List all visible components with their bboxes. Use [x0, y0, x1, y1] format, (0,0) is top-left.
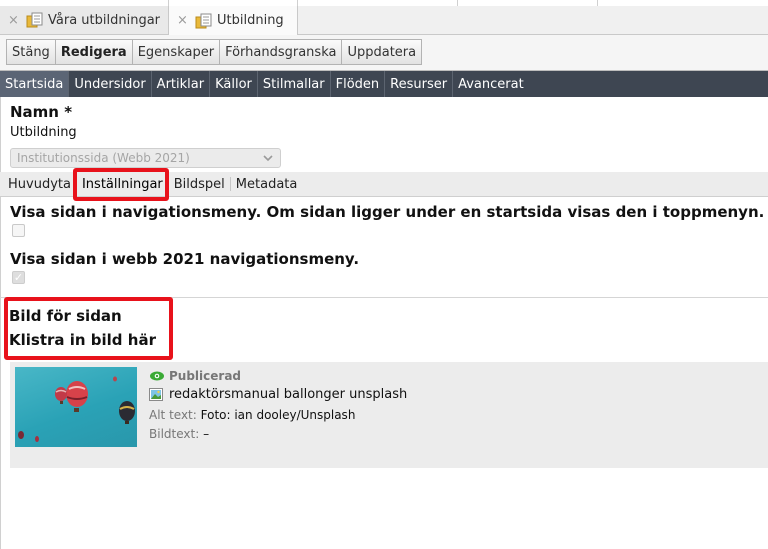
caption-label: Bildtext:	[149, 427, 200, 441]
nav-avancerat[interactable]: Avancerat	[453, 71, 529, 97]
close-button[interactable]: Stäng	[6, 39, 56, 65]
publish-status-text: Publicerad	[169, 369, 242, 383]
image-file-icon	[149, 388, 163, 401]
document-tabs: × Våra utbildningar × Utbildning	[0, 6, 768, 35]
tab-huvudyta[interactable]: Huvudyta	[0, 177, 77, 192]
nav-startsida[interactable]: Startsida	[0, 71, 70, 97]
highlight-settings-tab	[73, 168, 169, 201]
name-label: Namn *	[10, 103, 73, 121]
webb2021-nav-label: Visa sidan i webb 2021 navigationsmeny.	[10, 250, 360, 268]
name-value: Utbildning	[10, 125, 77, 140]
tab-metadata[interactable]: Metadata	[231, 177, 303, 192]
template-select-value: Institutionssida (Webb 2021)	[17, 151, 190, 165]
doc-tab-utbildning[interactable]: × Utbildning	[169, 6, 298, 35]
alt-text-label: Alt text:	[149, 408, 197, 422]
alt-text-value: Foto: ian dooley/Unsplash	[200, 408, 356, 422]
highlight-image-section	[4, 297, 173, 360]
nav-menu-checkbox[interactable]	[12, 224, 25, 237]
image-file-name: redaktörsmanual ballonger unsplash	[169, 387, 408, 402]
properties-button[interactable]: Egenskaper	[132, 39, 221, 65]
section-nav: Startsida Undersidor Artiklar Källor Sti…	[0, 71, 768, 97]
tab-bildspel[interactable]: Bildspel	[169, 177, 231, 192]
doc-tab-label: Våra utbildningar	[48, 12, 161, 28]
publish-status: Publicerad	[149, 369, 241, 383]
nav-stilmallar[interactable]: Stilmallar	[258, 71, 331, 97]
nav-artiklar[interactable]: Artiklar	[152, 71, 211, 97]
nav-floden[interactable]: Flöden	[331, 71, 386, 97]
folder-page-icon	[26, 12, 43, 28]
close-tab-icon[interactable]: ×	[177, 13, 189, 28]
alt-text-row: Alt text: Foto: ian dooley/Unsplash	[149, 408, 355, 422]
image-card[interactable]: Publicerad redaktörsmanual ballonger uns…	[10, 362, 768, 468]
nav-resurser[interactable]: Resurser	[385, 71, 454, 97]
close-tab-icon[interactable]: ×	[8, 13, 20, 28]
doc-tab-vara-utbildningar[interactable]: × Våra utbildningar	[0, 6, 169, 34]
update-button[interactable]: Uppdatera	[342, 39, 423, 65]
webb2021-nav-checkbox[interactable]: ✓	[12, 271, 25, 284]
folder-page-icon	[195, 13, 212, 28]
edit-button[interactable]: Redigera	[55, 39, 133, 65]
nav-kallor[interactable]: Källor	[210, 71, 258, 97]
image-file[interactable]: redaktörsmanual ballonger unsplash	[149, 387, 407, 402]
doc-tab-label: Utbildning	[217, 13, 284, 28]
eye-icon	[150, 371, 164, 381]
template-select[interactable]: Institutionssida (Webb 2021)	[10, 148, 281, 168]
preview-button[interactable]: Förhandsgranska	[220, 39, 343, 65]
caption-value: –	[203, 427, 210, 441]
nav-menu-label: Visa sidan i navigationsmeny. Om sidan l…	[10, 203, 768, 221]
toolbar: Stäng Redigera Egenskaper Förhandsgransk…	[0, 35, 768, 71]
caption-row: Bildtext: –	[149, 427, 209, 441]
balloons-image-icon	[18, 376, 135, 442]
chevron-down-icon	[263, 155, 273, 162]
nav-undersidor[interactable]: Undersidor	[69, 71, 152, 97]
balloon-thumbnail[interactable]	[15, 367, 137, 447]
